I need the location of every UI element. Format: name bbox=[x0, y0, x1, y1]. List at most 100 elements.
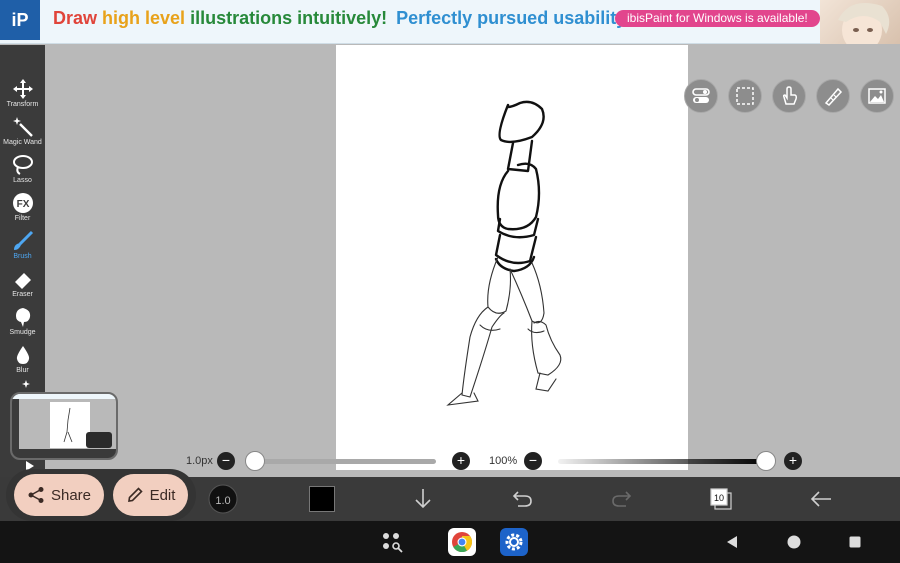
undo-button[interactable] bbox=[508, 477, 536, 521]
share-icon bbox=[28, 487, 44, 503]
tool-label: Brush bbox=[13, 253, 32, 260]
brush-size-knob[interactable] bbox=[245, 451, 265, 471]
app-grid-search-icon bbox=[383, 533, 403, 553]
brush-size-indicator[interactable]: 1.0 bbox=[206, 477, 240, 521]
ad-badge[interactable]: ibisPaint for Windows is available! bbox=[615, 10, 820, 27]
ad-headline-part5: Perfectly pursued usability! bbox=[396, 8, 633, 28]
edit-label: Edit bbox=[149, 486, 176, 504]
nav-back-button[interactable] bbox=[720, 521, 744, 563]
sparkle-icon bbox=[21, 380, 30, 388]
image-import-button[interactable] bbox=[860, 79, 894, 113]
brush-size-decrease-button[interactable]: − bbox=[217, 452, 235, 470]
chrome-app-button[interactable] bbox=[445, 521, 479, 563]
current-color-swatch bbox=[309, 486, 335, 512]
share-edit-panel: Share Edit bbox=[6, 469, 196, 521]
brush-size-increase-button[interactable]: + bbox=[452, 452, 470, 470]
square-recents-icon bbox=[849, 536, 861, 548]
brush-icon bbox=[13, 230, 33, 250]
tool-more-partial[interactable] bbox=[0, 379, 45, 391]
chrome-icon bbox=[448, 528, 476, 556]
arrow-down-icon bbox=[415, 489, 431, 509]
tool-eraser[interactable]: Eraser bbox=[0, 268, 45, 306]
thumbnail-preview bbox=[12, 394, 116, 458]
ibispaint-logo: iP bbox=[0, 0, 40, 40]
share-button[interactable]: Share bbox=[14, 474, 104, 516]
tool-label: Smudge bbox=[9, 329, 36, 336]
lasso-icon bbox=[12, 155, 33, 175]
tool-label: Eraser bbox=[12, 291, 33, 298]
tool-label: Lasso bbox=[13, 177, 32, 184]
tool-label: Filter bbox=[14, 215, 31, 222]
sketch-figure bbox=[446, 100, 562, 406]
tool-label: Blur bbox=[16, 367, 29, 374]
image-icon bbox=[868, 88, 886, 104]
selection-button[interactable] bbox=[728, 79, 762, 113]
fx-icon-text: FX bbox=[16, 199, 29, 210]
settings-app-button[interactable] bbox=[497, 521, 531, 563]
brush-size-indicator-text: 1.0 bbox=[215, 495, 230, 507]
layer-count: 10 bbox=[714, 493, 724, 503]
arrow-left-icon bbox=[810, 491, 831, 507]
gear-icon bbox=[500, 528, 528, 556]
tool-label: Magic Wand bbox=[3, 139, 42, 146]
magic-wand-icon bbox=[12, 117, 33, 137]
brush-dot-icon: 1.0 bbox=[208, 484, 238, 514]
touch-mode-button[interactable] bbox=[772, 79, 806, 113]
share-label: Share bbox=[50, 486, 92, 504]
ad-headline-part3: illustrations bbox=[190, 8, 293, 28]
brush-size-label: 1.0px bbox=[186, 455, 213, 467]
ad-character-image bbox=[820, 0, 900, 44]
tool-blur[interactable]: Blur bbox=[0, 344, 45, 382]
canvas-thumbnail[interactable] bbox=[10, 392, 118, 460]
tool-brush[interactable]: Brush bbox=[0, 230, 45, 268]
tool-lasso[interactable]: Lasso bbox=[0, 154, 45, 192]
toggle-view-button[interactable] bbox=[684, 79, 718, 113]
app-drawer-button[interactable] bbox=[376, 521, 408, 563]
ad-headline-part1: Draw bbox=[53, 8, 98, 28]
redo-button[interactable] bbox=[608, 477, 636, 521]
smudge-icon bbox=[15, 308, 30, 327]
nav-recents-button[interactable] bbox=[843, 521, 867, 563]
ruler-pencil-icon bbox=[824, 87, 843, 106]
ad-banner[interactable]: iP Draw high level illustrations intuiti… bbox=[0, 0, 900, 44]
tool-transform[interactable]: Transform bbox=[0, 78, 45, 116]
logo-text: iP bbox=[11, 9, 29, 30]
move-arrows-icon bbox=[12, 79, 33, 99]
layers-button[interactable]: 10 bbox=[706, 477, 736, 521]
ibispaint-screen: iP Draw high level illustrations intuiti… bbox=[0, 0, 900, 563]
opacity-increase-button[interactable]: + bbox=[784, 452, 802, 470]
circle-home-icon bbox=[787, 535, 801, 549]
system-navigation-bar bbox=[0, 521, 900, 563]
drawing-canvas[interactable] bbox=[336, 45, 688, 470]
opacity-decrease-button[interactable]: − bbox=[524, 452, 542, 470]
tool-smudge[interactable]: Smudge bbox=[0, 306, 45, 344]
toggle-switches-icon bbox=[692, 88, 710, 103]
eraser-icon bbox=[14, 273, 31, 289]
ad-headline-part2: high level bbox=[102, 8, 186, 28]
ruler-button[interactable] bbox=[816, 79, 850, 113]
pencil-icon bbox=[127, 487, 143, 502]
hand-pointer-icon bbox=[782, 86, 798, 105]
brush-size-track[interactable] bbox=[246, 459, 436, 464]
back-button[interactable] bbox=[806, 477, 836, 521]
ad-headline: Draw high level illustrations intuitivel… bbox=[53, 8, 632, 29]
dashed-selection-icon bbox=[736, 87, 754, 105]
undo-icon bbox=[512, 491, 532, 507]
color-swatch-button[interactable] bbox=[308, 477, 336, 521]
blur-drop-icon bbox=[16, 346, 29, 364]
brush-slider-row: 1.0px − + 100% − + bbox=[180, 450, 900, 472]
opacity-track[interactable] bbox=[558, 459, 768, 464]
triangle-back-icon bbox=[727, 536, 737, 548]
tool-filter[interactable]: FX Filter bbox=[0, 192, 45, 230]
redo-icon bbox=[612, 491, 632, 507]
opacity-label: 100% bbox=[489, 455, 518, 467]
layers-icon: 10 bbox=[710, 488, 732, 510]
nav-home-button[interactable] bbox=[782, 521, 806, 563]
tool-label: Transform bbox=[6, 101, 39, 108]
tool-magic-wand[interactable]: Magic Wand bbox=[0, 116, 45, 154]
download-button[interactable] bbox=[410, 477, 436, 521]
fx-icon: FX bbox=[12, 193, 33, 213]
edit-button[interactable]: Edit bbox=[113, 474, 188, 516]
opacity-knob[interactable] bbox=[756, 451, 776, 471]
ad-headline-part4: intuitively! bbox=[297, 8, 388, 28]
